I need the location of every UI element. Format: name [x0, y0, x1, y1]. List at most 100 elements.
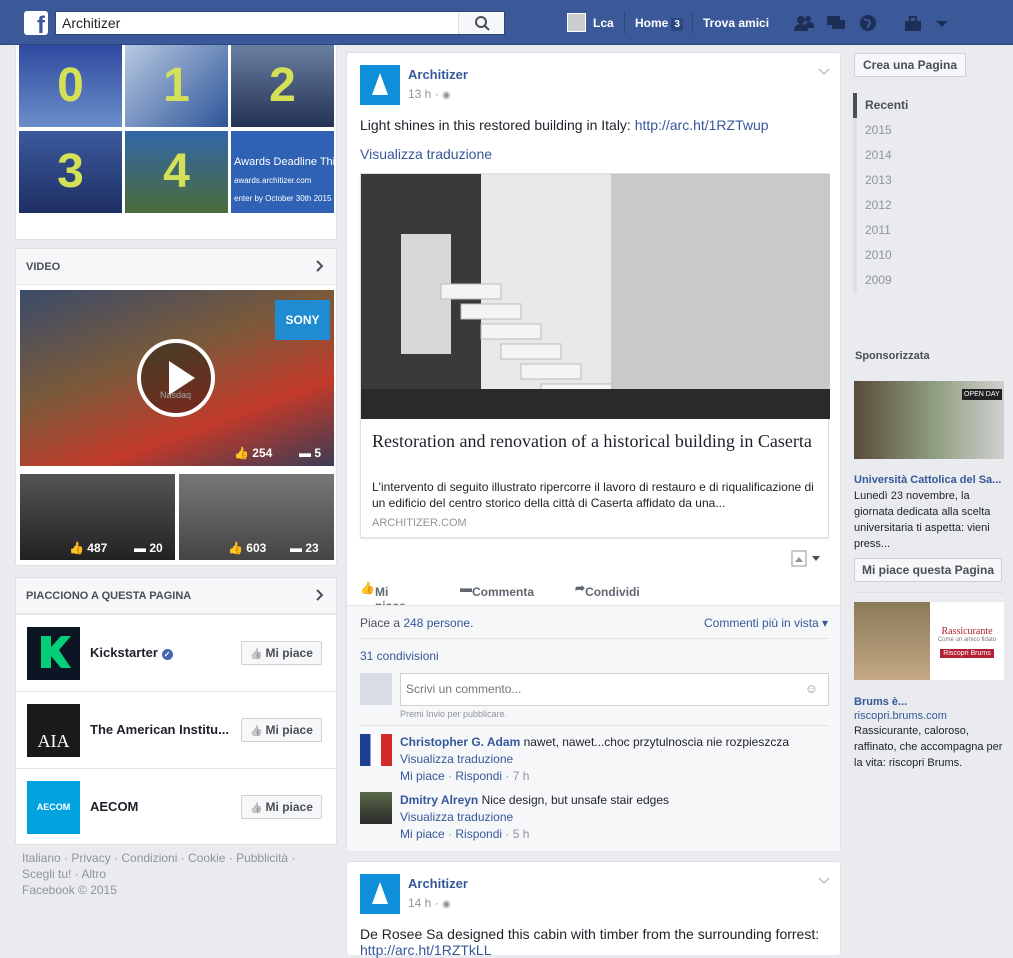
comment-text: Nice design, but unsafe stair edges — [478, 793, 670, 807]
nav-find-friends-link[interactable]: Trova amici — [703, 16, 769, 30]
photo-tile[interactable]: 0 — [19, 45, 122, 127]
likes-people-link[interactable]: 248 persone — [403, 616, 470, 630]
comment-time[interactable]: 5 h — [513, 827, 530, 841]
comment-avatar[interactable] — [360, 792, 392, 824]
ad-image[interactable]: OPEN DAY — [854, 381, 1004, 459]
top-bar: f Lca Home3 Trova amici — [0, 0, 1013, 45]
like-page-button[interactable]: Mi piace — [241, 795, 322, 819]
privacy-shortcuts-icon[interactable] — [903, 14, 923, 32]
comment-like-link[interactable]: Mi piace — [400, 769, 445, 783]
account-menu-icon[interactable] — [932, 14, 952, 32]
ad-title[interactable]: Università Cattolica del Sa... — [854, 474, 1004, 486]
year-item[interactable]: 2015 — [857, 118, 1003, 143]
translate-link[interactable]: Visualizza traduzione — [360, 146, 492, 162]
photo-tile[interactable]: 3 — [19, 131, 122, 213]
link-preview-image[interactable] — [361, 174, 830, 419]
pages-liked-header[interactable]: PIACCIONO A QUESTA PAGINA — [16, 578, 336, 614]
comment-like-link[interactable]: Mi piace — [400, 827, 445, 841]
liked-page-name[interactable]: AECOM — [90, 799, 240, 814]
post-text-body: Light shines in this restored building i… — [360, 117, 635, 133]
liked-page-name[interactable]: The American Institu... — [90, 722, 240, 737]
kickstarter-logo-icon[interactable] — [27, 627, 80, 680]
link-preview-title[interactable]: Restoration and renovation of a historic… — [372, 430, 812, 452]
translate-link[interactable]: Visualizza traduzione — [400, 810, 513, 824]
user-avatar[interactable] — [567, 13, 586, 32]
like-page-button[interactable]: Mi piace — [241, 641, 322, 665]
video-heading: VIDEO — [26, 261, 61, 273]
post-author[interactable]: Architizer — [408, 876, 468, 891]
footer-line[interactable]: Italiano · Privacy · Condizioni · Cookie… — [22, 850, 322, 866]
comment-reply-link[interactable]: Rispondi — [455, 769, 502, 783]
create-page-button[interactable]: Crea una Pagina — [854, 53, 966, 77]
comment-input[interactable] — [401, 674, 796, 704]
architizer-avatar-icon[interactable] — [360, 65, 400, 105]
video-thumbnail-small[interactable]: 👍 487 ▬ 20 — [20, 474, 175, 560]
nav-home-link[interactable]: Home 3 — [635, 16, 683, 31]
notifications-globe-icon[interactable] — [858, 14, 878, 32]
post-author[interactable]: Architizer — [408, 67, 468, 82]
year-item[interactable]: 2012 — [857, 193, 1003, 218]
link-preview-card[interactable]: Restoration and renovation of a historic… — [360, 173, 830, 538]
video-comments-count: ▬ 23 — [290, 541, 319, 555]
comment: Dmitry Alreyn Nice design, but unsafe st… — [360, 792, 830, 841]
video-thumbnail-small[interactable]: 👍 603 ▬ 23 — [179, 474, 334, 560]
facebook-logo-icon[interactable]: f — [24, 11, 48, 35]
video-section-header[interactable]: VIDEO — [16, 249, 336, 285]
year-item[interactable]: 2009 — [857, 268, 1003, 293]
post-link[interactable]: http://arc.ht/1RZTkLL — [360, 942, 492, 958]
search-input[interactable] — [56, 12, 456, 34]
aecom-logo-icon[interactable]: AECOM — [27, 781, 80, 834]
ad-domain[interactable]: riscopri.brums.com — [854, 708, 1004, 724]
comment-author[interactable]: Christopher G. Adam — [400, 735, 520, 749]
year-item[interactable]: 2010 — [857, 243, 1003, 268]
comment-time[interactable]: 7 h — [513, 769, 530, 783]
photo-tile-awards[interactable]: Awards Deadline This awards.architizer.c… — [231, 131, 334, 213]
post-options-chevron-icon[interactable] — [818, 67, 830, 77]
staircase-illustration — [361, 174, 830, 419]
photo-tile[interactable]: 4 — [125, 131, 228, 213]
year-item[interactable]: 2014 — [857, 143, 1003, 168]
messages-icon[interactable] — [826, 14, 846, 32]
year-item[interactable]: 2011 — [857, 218, 1003, 243]
share-action[interactable]: ➦ Condividi — [575, 581, 640, 599]
post-link[interactable]: http://arc.ht/1RZTwup — [635, 117, 769, 133]
globe-icon: ◉ — [442, 899, 451, 910]
aia-logo-icon[interactable]: AIA — [27, 704, 80, 757]
ad-image-title: Rassicurante — [941, 626, 993, 637]
shares-count-link[interactable]: 31 condivisioni — [360, 649, 439, 663]
liked-page-name[interactable]: Kickstarter ✓ — [90, 645, 240, 660]
year-recent[interactable]: Recenti — [853, 93, 1003, 118]
chevron-right-icon[interactable] — [312, 588, 326, 602]
post-timestamp[interactable]: 13 h · ◉ — [408, 87, 451, 101]
video-comments-value: 5 — [314, 446, 322, 460]
video-thumbnail-main[interactable]: SONY Nasdaq 👍 254 ▬ 5 — [20, 290, 334, 466]
translate-link[interactable]: Visualizza traduzione — [400, 752, 513, 766]
comment-avatar[interactable] — [360, 734, 392, 766]
photo-tile[interactable]: 2 — [231, 45, 334, 127]
save-bookmark-icon[interactable] — [791, 550, 823, 568]
play-button-icon[interactable] — [137, 339, 215, 417]
comment-reply-link[interactable]: Rispondi — [455, 827, 502, 841]
search-button[interactable] — [458, 12, 504, 34]
comment-author[interactable]: Dmitry Alreyn — [400, 793, 478, 807]
like-page-button[interactable]: Mi piace — [241, 718, 322, 742]
architizer-avatar-icon[interactable] — [360, 874, 400, 914]
emoji-icon[interactable]: ☺ — [805, 681, 818, 696]
chevron-right-icon[interactable] — [312, 259, 326, 273]
comment: Christopher G. Adam nawet, nawet...choc … — [360, 734, 830, 783]
post-timestamp[interactable]: 14 h · ◉ — [408, 896, 451, 910]
comment-action[interactable]: ▬ Commenta — [460, 581, 534, 599]
footer-line[interactable]: Scegli tu! · Altro — [22, 866, 322, 882]
friend-requests-icon[interactable] — [794, 14, 814, 32]
nav-profile-link[interactable]: Lca — [593, 16, 614, 30]
ad-title[interactable]: Brums è... — [854, 696, 1004, 708]
comment-sort-dropdown[interactable]: Commenti più in vista ▾ — [704, 616, 828, 630]
year-item[interactable]: 2013 — [857, 168, 1003, 193]
like-page-ad-button[interactable]: Mi piace questa Pagina — [854, 558, 1002, 582]
video-section: VIDEO SONY Nasdaq 👍 254 ▬ 5 👍 487 ▬ 20 👍… — [15, 248, 337, 566]
like-action[interactable]: 👍 Mi piace — [360, 581, 406, 613]
photo-tile[interactable]: 1 — [125, 45, 228, 127]
post-options-chevron-icon[interactable] — [818, 876, 830, 886]
ad-image[interactable]: Rassicurante Come un amico fidato Riscop… — [854, 602, 1004, 680]
awards-title: Awards Deadline This — [234, 156, 334, 168]
